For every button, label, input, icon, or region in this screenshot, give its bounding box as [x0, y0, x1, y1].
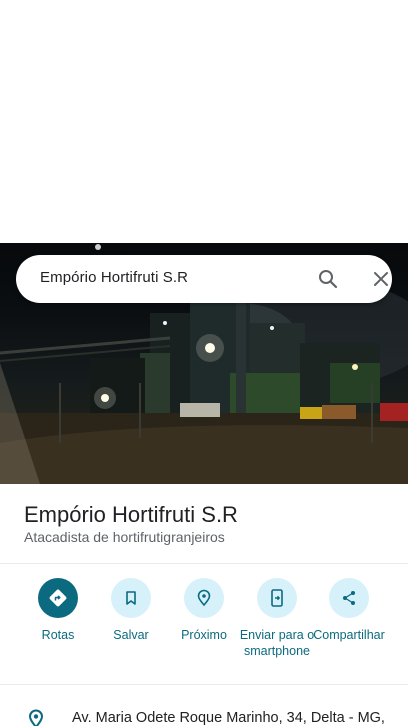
share-button[interactable]: Compartilhar — [309, 578, 389, 643]
directions-button[interactable]: Rotas — [18, 578, 98, 643]
directions-label: Rotas — [41, 628, 75, 642]
search-icon[interactable] — [316, 267, 340, 291]
send-to-phone-label: Enviar para o smartphone — [239, 628, 315, 658]
search-bar[interactable]: Empório Hortifruti S.R — [16, 255, 392, 303]
share-label: Compartilhar — [313, 628, 385, 642]
nearby-label: Próximo — [181, 628, 227, 642]
directions-icon — [38, 578, 78, 618]
send-to-phone-button[interactable]: Enviar para o smartphone — [237, 578, 317, 659]
place-category: Atacadista de hortifrutigranjeiros — [24, 529, 225, 545]
location-pin-icon — [26, 709, 46, 726]
close-icon[interactable] — [369, 267, 393, 291]
divider — [0, 563, 408, 564]
divider — [0, 684, 408, 685]
save-label: Salvar — [113, 628, 149, 642]
nearby-button[interactable]: Próximo — [164, 578, 244, 643]
place-address[interactable]: Av. Maria Odete Roque Marinho, 34, Delta… — [72, 710, 385, 726]
place-title: Empório Hortifruti S.R — [24, 502, 238, 527]
bookmark-icon — [111, 578, 151, 618]
save-button[interactable]: Salvar — [91, 578, 171, 643]
map-area-blank — [0, 0, 408, 243]
search-query[interactable]: Empório Hortifruti S.R — [40, 269, 188, 286]
send-to-phone-icon — [257, 578, 297, 618]
nearby-icon — [184, 578, 224, 618]
share-icon — [329, 578, 369, 618]
